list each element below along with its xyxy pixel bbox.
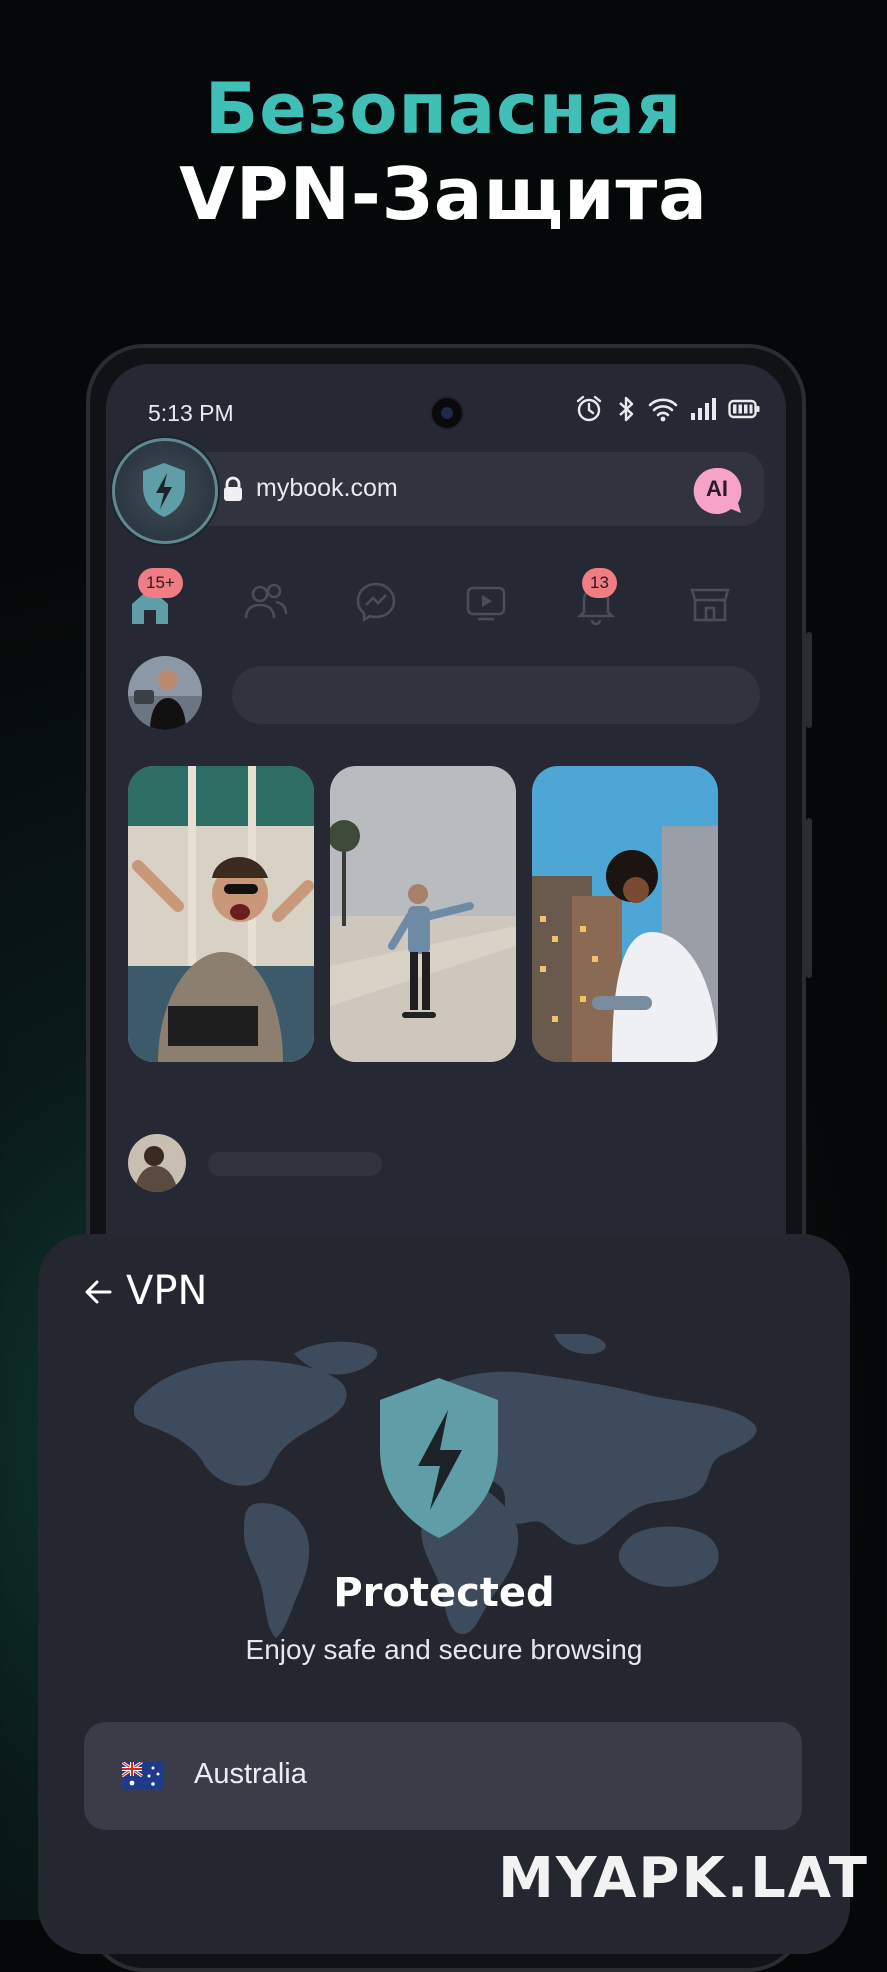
url-text[interactable]: mybook.com bbox=[256, 474, 398, 503]
status-icons bbox=[574, 394, 760, 424]
signal-icon bbox=[691, 398, 716, 420]
post-author-avatar[interactable] bbox=[128, 1134, 186, 1192]
notifications-badge: 13 bbox=[582, 568, 617, 598]
story-card[interactable] bbox=[128, 766, 314, 1062]
battery-icon bbox=[728, 399, 760, 419]
video-icon bbox=[466, 586, 506, 621]
tab-messenger[interactable] bbox=[348, 574, 404, 630]
address-bar[interactable]: mybook.com AI bbox=[178, 452, 764, 526]
wifi-icon bbox=[648, 398, 678, 422]
vpn-title: VPN bbox=[126, 1268, 208, 1314]
vpn-shield-button[interactable] bbox=[112, 438, 218, 544]
tab-home[interactable]: 15+ bbox=[126, 568, 183, 630]
status-time: 5:13 PM bbox=[148, 400, 234, 426]
headline-line1: Безопасная bbox=[204, 68, 683, 150]
shield-bolt-icon bbox=[143, 463, 185, 517]
post-placeholder-line bbox=[208, 1152, 382, 1176]
navigation-tabs: 15+ 13 bbox=[126, 568, 786, 630]
user-avatar[interactable] bbox=[128, 656, 202, 730]
tab-notifications[interactable]: 13 bbox=[568, 568, 624, 630]
ai-label: AI bbox=[706, 476, 728, 501]
volume-button bbox=[806, 632, 812, 728]
tab-friends[interactable] bbox=[238, 574, 294, 630]
watermark: MYAPK.LAT bbox=[498, 1846, 869, 1911]
power-button bbox=[806, 818, 812, 978]
vpn-status-subtitle: Enjoy safe and secure browsing bbox=[245, 1634, 643, 1665]
server-name: Australia bbox=[194, 1758, 307, 1790]
lock-icon bbox=[224, 476, 242, 501]
ai-assistant-button[interactable]: AI bbox=[692, 466, 742, 514]
shield-bolt-icon bbox=[380, 1378, 498, 1538]
story-card[interactable] bbox=[330, 766, 516, 1062]
tab-marketplace[interactable] bbox=[682, 574, 738, 630]
server-selector[interactable]: Australia bbox=[84, 1722, 802, 1830]
alarm-icon bbox=[576, 395, 602, 422]
back-arrow-icon[interactable] bbox=[82, 1276, 114, 1308]
post-composer[interactable] bbox=[232, 666, 760, 724]
marketplace-icon bbox=[690, 588, 730, 622]
home-badge: 15+ bbox=[138, 568, 183, 598]
flag-australia-icon bbox=[122, 1762, 164, 1790]
bluetooth-icon bbox=[619, 396, 634, 422]
friends-icon bbox=[244, 583, 288, 619]
front-camera bbox=[430, 396, 464, 430]
headline-line2: VPN-Защита bbox=[179, 152, 708, 236]
vpn-status: Protected bbox=[333, 1570, 555, 1616]
story-card[interactable] bbox=[532, 766, 718, 1062]
messenger-icon bbox=[356, 582, 396, 623]
tab-video[interactable] bbox=[458, 574, 514, 630]
